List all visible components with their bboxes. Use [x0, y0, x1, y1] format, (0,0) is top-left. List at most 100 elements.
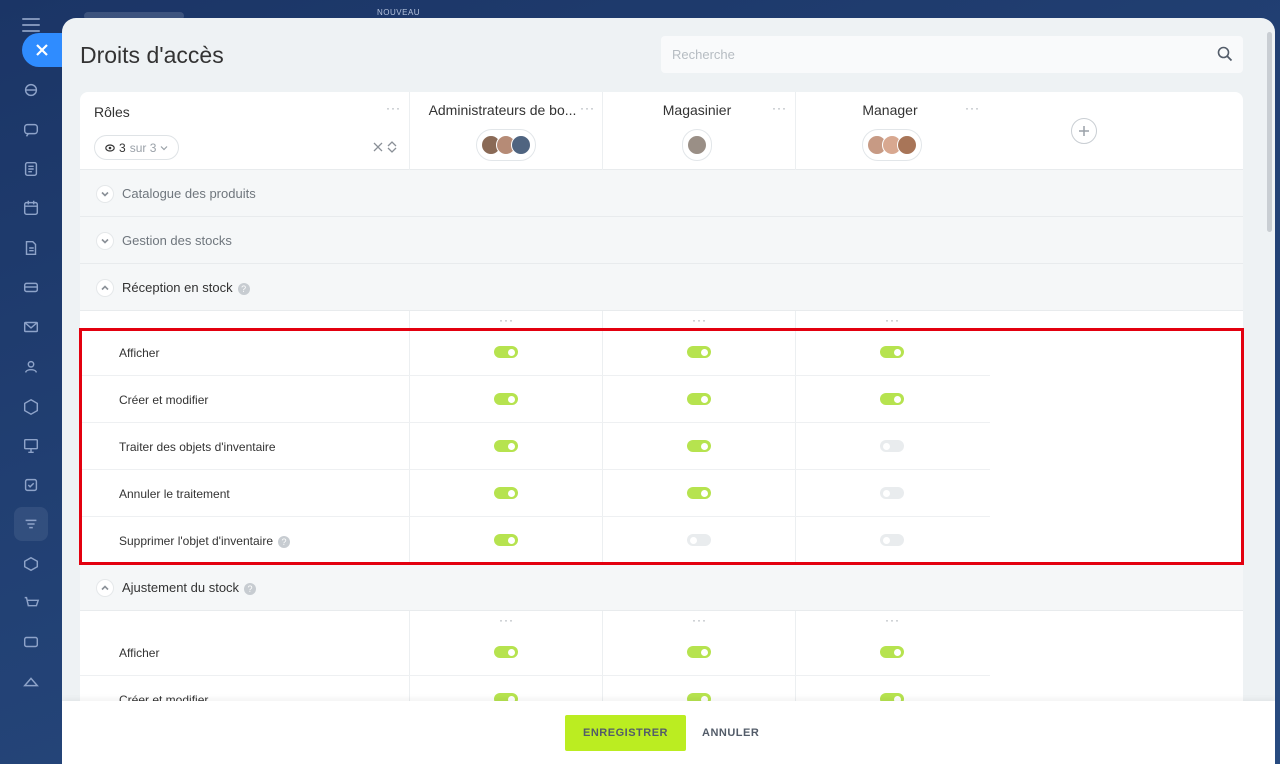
column-menu-icon[interactable]: ··· [499, 314, 514, 326]
search-input[interactable]: Recherche [661, 36, 1243, 73]
eye-icon [105, 143, 115, 152]
section-label: Réception en stock? [122, 280, 250, 295]
help-icon[interactable]: ? [244, 583, 257, 595]
contacts-icon[interactable] [14, 350, 48, 384]
permission-row: Supprimer l'objet d'inventaire? [80, 517, 990, 564]
section-ajustement-stock[interactable]: Ajustement du stock? [80, 564, 1243, 611]
chevron-up-icon[interactable] [96, 279, 114, 297]
permission-toggle[interactable] [880, 487, 904, 499]
checkbox-icon[interactable] [14, 468, 48, 502]
hexagon-icon[interactable] [14, 390, 48, 424]
expand-collapse-icon[interactable] [372, 140, 398, 154]
column-menu-icon[interactable]: ··· [580, 102, 595, 114]
permission-toggle[interactable] [880, 393, 904, 405]
permission-toggle[interactable] [494, 487, 518, 499]
roles-menu-icon[interactable]: ··· [386, 102, 401, 114]
panel-scrollbar[interactable] [1267, 32, 1272, 232]
column-divider [409, 92, 410, 170]
cancel-button[interactable]: ANNULER [702, 715, 759, 751]
permissions-table: Rôles ··· 3 sur 3 Administrateurs de bo.… [80, 92, 1243, 702]
section-label: Ajustement du stock? [122, 580, 257, 595]
column-menu-icon[interactable]: ··· [885, 314, 900, 326]
avatar-group-magasinier[interactable] [682, 129, 712, 161]
feed-icon[interactable] [14, 73, 48, 107]
permission-toggle[interactable] [687, 393, 711, 405]
column-actions-row: ··· ··· ··· [80, 611, 1243, 629]
permission-toggle[interactable] [494, 393, 518, 405]
column-menu-icon[interactable]: ··· [965, 102, 980, 114]
avatar [511, 135, 531, 155]
permission-toggle[interactable] [880, 646, 904, 658]
column-header-manager[interactable]: Manager [805, 102, 975, 118]
permission-label: Traiter des objets d'inventaire [119, 440, 276, 454]
filter-icon[interactable] [14, 507, 48, 541]
section-gestion-stocks[interactable]: Gestion des stocks [80, 217, 1243, 264]
permission-label: Annuler le traitement [119, 487, 230, 501]
avatar [687, 135, 707, 155]
permission-label: Afficher [119, 646, 160, 660]
avatar-group-admins[interactable] [476, 129, 536, 161]
permission-row: Annuler le traitement [80, 470, 990, 517]
permission-label: Supprimer l'objet d'inventaire? [119, 534, 290, 548]
permission-toggle[interactable] [880, 534, 904, 546]
add-role-button[interactable] [1071, 118, 1097, 144]
column-actions-row: ··· ··· ··· [80, 311, 1243, 329]
sites-icon[interactable] [14, 665, 48, 699]
page-title: Droits d'accès [80, 42, 224, 68]
column-menu-icon[interactable]: ··· [885, 614, 900, 626]
tasks-icon[interactable] [14, 152, 48, 186]
help-icon[interactable]: ? [278, 536, 290, 548]
avatar [897, 135, 917, 155]
permission-toggle[interactable] [494, 534, 518, 546]
section-reception-stock[interactable]: Réception en stock? [80, 264, 1243, 311]
chevron-down-icon[interactable] [96, 232, 114, 250]
permission-row: Créer et modifier [80, 376, 990, 423]
permission-toggle[interactable] [494, 346, 518, 358]
permission-row: Traiter des objets d'inventaire [80, 423, 990, 470]
save-button[interactable]: ENREGISTRER [565, 715, 686, 751]
column-divider [795, 92, 796, 170]
roles-filter-pill[interactable]: 3 sur 3 [94, 135, 180, 160]
column-menu-icon[interactable]: ··· [692, 614, 707, 626]
permission-toggle[interactable] [880, 440, 904, 452]
section-catalogue[interactable]: Catalogue des produits [80, 170, 1243, 217]
permission-toggle[interactable] [494, 440, 518, 452]
permission-toggle[interactable] [687, 534, 711, 546]
permission-toggle[interactable] [494, 646, 518, 658]
box-icon[interactable] [14, 547, 48, 581]
close-icon [36, 44, 48, 56]
column-header-magasinier[interactable]: Magasinier [612, 102, 782, 118]
menu-icon[interactable] [22, 18, 40, 32]
presentation-icon[interactable] [14, 429, 48, 463]
column-menu-icon[interactable]: ··· [499, 614, 514, 626]
document-icon[interactable] [14, 231, 48, 265]
avatar-group-manager[interactable] [862, 129, 922, 161]
help-icon[interactable]: ? [237, 283, 250, 295]
chevron-up-icon[interactable] [96, 579, 114, 597]
access-rights-panel: Droits d'accès Recherche Rôles ··· 3 sur… [62, 18, 1275, 764]
filter-suffix: sur 3 [129, 140, 157, 155]
permission-toggle[interactable] [687, 487, 711, 499]
dashboard-icon[interactable] [14, 625, 48, 659]
cart-icon[interactable] [14, 586, 48, 620]
column-menu-icon[interactable]: ··· [772, 102, 787, 114]
calendar-icon[interactable] [14, 191, 48, 225]
column-menu-icon[interactable]: ··· [692, 314, 707, 326]
permission-toggle[interactable] [687, 440, 711, 452]
chat-icon[interactable] [14, 113, 48, 147]
footer-bar: ENREGISTRER ANNULER [62, 701, 1275, 764]
section-label: Catalogue des produits [122, 186, 256, 201]
permission-toggle[interactable] [687, 346, 711, 358]
drive-icon[interactable] [14, 270, 48, 304]
close-slider-button[interactable] [22, 33, 62, 67]
chevron-down-icon[interactable] [96, 185, 114, 203]
permission-row: Afficher [80, 629, 990, 676]
permission-toggle[interactable] [687, 646, 711, 658]
search-placeholder: Recherche [672, 47, 735, 62]
column-divider [602, 92, 603, 170]
left-nav-rail [0, 0, 62, 764]
search-icon[interactable] [1217, 46, 1233, 62]
column-header-admins[interactable]: Administrateurs de bo... [420, 102, 585, 118]
permission-toggle[interactable] [880, 346, 904, 358]
mail-icon[interactable] [14, 310, 48, 344]
